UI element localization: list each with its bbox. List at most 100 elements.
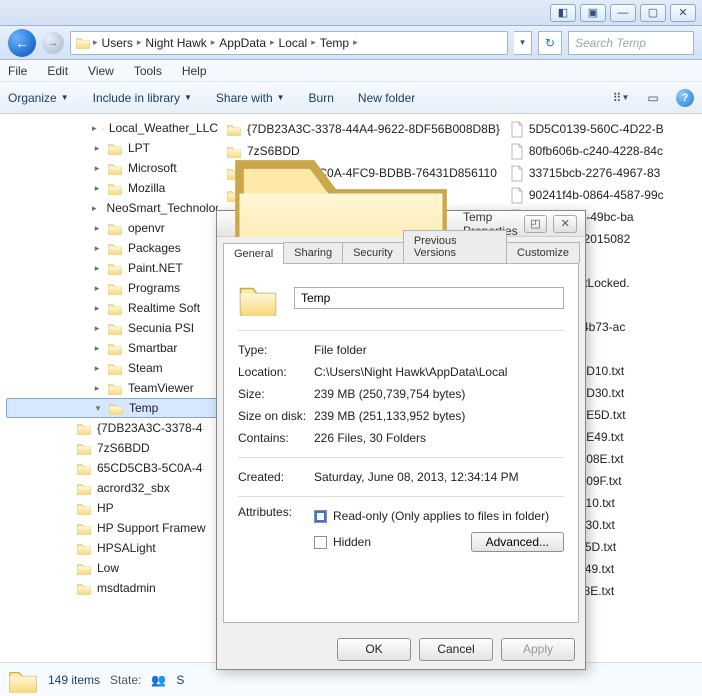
folder-icon [76,482,92,495]
tree-item[interactable]: ▸LPT [6,138,218,158]
minimize-button[interactable]: — [610,4,636,22]
tree-item[interactable]: ▸Microsoft [6,158,218,178]
dialog-button-row: OK Cancel Apply [217,629,585,669]
ok-button[interactable]: OK [337,638,411,661]
breadcrumb-item[interactable]: AppData [217,36,268,50]
tree-item[interactable]: ▸Programs [6,278,218,298]
expand-icon[interactable]: ▸ [92,223,102,234]
close-button[interactable]: ✕ [670,4,696,22]
tab-general[interactable]: General [223,243,284,264]
apply-button[interactable]: Apply [501,638,575,661]
folder-name-input[interactable] [294,287,564,309]
breadcrumb-item[interactable]: Users [100,36,135,50]
tree-item[interactable]: ▸Local_Weather_LLC [6,118,218,138]
list-item[interactable]: 80fb606b-c240-4228-84c [510,142,664,160]
tree-item[interactable]: ▸Mozilla [6,178,218,198]
dialog-help-button[interactable]: ◰ [524,215,548,233]
tree-item[interactable]: ▸ Paint.NET [6,258,218,278]
tree-item[interactable]: ▸openvr [6,218,218,238]
readonly-label: Read-only (Only applies to files in fold… [333,509,549,523]
tree-item-label: HPSALight [97,541,156,555]
menu-help[interactable]: Help [182,64,207,78]
menu-file[interactable]: File [8,64,27,78]
tab-customize[interactable]: Customize [506,242,580,263]
tree-item[interactable]: 7zS6BDD [6,438,218,458]
expand-icon[interactable]: ▸ [92,243,102,254]
help-icon[interactable]: ? [676,89,694,107]
expand-icon[interactable]: ▸ [92,163,102,174]
expand-icon[interactable]: ▸ [92,183,102,194]
organize-button[interactable]: Organize▼ [8,91,69,105]
expand-icon[interactable]: ▸ [92,383,102,394]
readonly-checkbox[interactable] [314,510,327,523]
history-dropdown-button[interactable]: ▾ [514,31,532,55]
maximize-button[interactable]: ▢ [640,4,666,22]
tab-previous-versions[interactable]: Previous Versions [403,230,507,263]
expand-icon[interactable]: ▸ [92,283,102,294]
menu-edit[interactable]: Edit [47,64,68,78]
chevron-down-icon: ▼ [184,93,192,102]
tree-item[interactable]: {7DB23A3C-3378-4 [6,418,218,438]
tree-item[interactable]: msdtadmin [6,578,218,598]
tree-item[interactable]: ▸Steam [6,358,218,378]
titlebar-btn-1[interactable]: ◧ [550,4,576,22]
menu-tools[interactable]: Tools [134,64,162,78]
breadcrumb-item[interactable]: Local [277,36,310,50]
tab-sharing[interactable]: Sharing [283,242,343,263]
burn-button[interactable]: Burn [309,91,334,105]
tree-item[interactable]: ▸NeoSmart_Technologie [6,198,218,218]
tree-item[interactable]: ▸Secunia PSI [6,318,218,338]
tree-item[interactable]: ▸Packages [6,238,218,258]
item-name: 80fb606b-c240-4228-84c [529,144,663,158]
refresh-button[interactable]: ↻ [538,31,562,55]
expand-icon[interactable]: ▸ [92,363,102,374]
dialog-tabs: General Sharing Security Previous Versio… [217,237,585,263]
expand-icon[interactable]: ▸ [92,263,102,274]
cancel-button[interactable]: Cancel [419,638,493,661]
list-item[interactable]: 5D5C0139-560C-4D22-B [510,120,664,138]
titlebar-btn-2[interactable]: ▣ [580,4,606,22]
tree-item[interactable]: HPSALight [6,538,218,558]
new-folder-button[interactable]: New folder [358,91,415,105]
hidden-checkbox[interactable] [314,536,327,549]
file-icon [510,187,524,204]
folder-icon [76,542,92,555]
breadcrumb-item[interactable]: Temp [318,36,351,50]
list-item[interactable]: 33715bcb-2276-4967-83 [510,164,664,182]
menu-view[interactable]: View [88,64,114,78]
include-in-library-button[interactable]: Include in library▼ [93,91,192,105]
expand-icon[interactable]: ▸ [92,123,97,134]
tab-security[interactable]: Security [342,242,404,263]
expand-icon[interactable]: ▸ [92,143,102,154]
tree-item[interactable]: acrord32_sbx [6,478,218,498]
list-item[interactable]: 90241f4b-0864-4587-99c [510,186,664,204]
preview-pane-button[interactable]: ▭ [644,89,662,107]
tree-item[interactable]: ▾Temp [6,398,218,418]
tree-item[interactable]: Low [6,558,218,578]
dialog-close-button[interactable]: ✕ [553,215,577,233]
breadcrumb[interactable]: ▸ Users ▸ Night Hawk ▸ AppData ▸ Local ▸… [70,31,508,55]
expand-icon[interactable]: ▸ [92,203,97,214]
expand-icon[interactable]: ▸ [92,343,102,354]
advanced-button[interactable]: Advanced... [471,532,564,552]
chevron-down-icon: ▼ [61,93,69,102]
expand-icon[interactable]: ▸ [92,303,102,314]
view-options-button[interactable]: ⠿ ▼ [612,89,630,107]
breadcrumb-item[interactable]: Night Hawk [143,36,208,50]
tree-item-label: Paint.NET [128,261,183,275]
forward-button[interactable]: → [42,32,64,54]
share-with-button[interactable]: Share with▼ [216,91,285,105]
back-button[interactable]: ← [8,29,36,57]
expand-icon[interactable]: ▸ [92,323,102,334]
tree-item[interactable]: 65CD5CB3-5C0A-4 [6,458,218,478]
location-label: Location: [238,365,314,379]
expand-icon[interactable]: ▾ [93,403,103,414]
tree-item[interactable]: ▸Realtime Soft [6,298,218,318]
folder-icon [107,142,123,155]
tree-item[interactable]: ▸TeamViewer [6,378,218,398]
navigation-tree[interactable]: ▸Local_Weather_LLC▸LPT▸Microsoft▸Mozilla… [0,114,218,662]
tree-item[interactable]: HP [6,498,218,518]
tree-item[interactable]: ▸Smartbar [6,338,218,358]
tree-item[interactable]: HP Support Framew [6,518,218,538]
search-input[interactable]: Search Temp [568,31,694,55]
